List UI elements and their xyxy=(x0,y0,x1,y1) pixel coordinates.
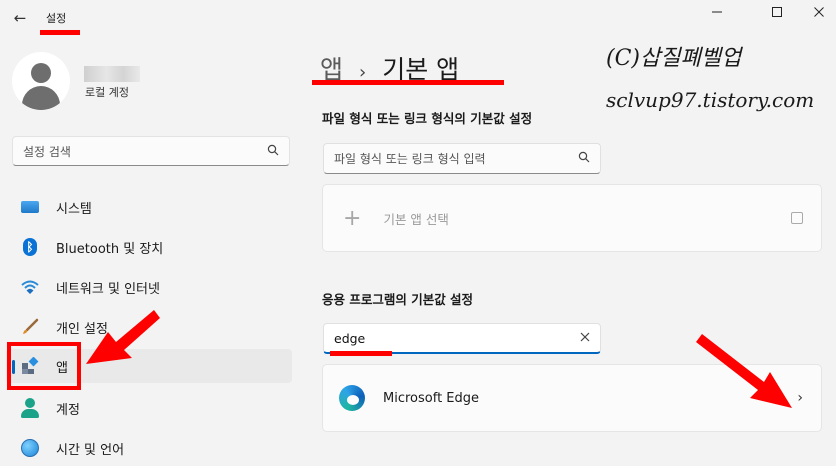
account-type-label: 로컬 계정 xyxy=(85,86,129,99)
section-title-file-type: 파일 형식 또는 링크 형식의 기본값 설정 xyxy=(322,111,533,126)
avatar-head xyxy=(31,63,51,83)
choose-default-app-label: 기본 앱 선택 xyxy=(383,211,449,227)
sidebar-item-network[interactable]: 네트워크 및 인터넷 xyxy=(6,270,292,304)
arrow-left-icon: ← xyxy=(13,9,27,27)
minimize-button[interactable] xyxy=(700,2,734,22)
plus-icon: + xyxy=(343,205,362,231)
sidebar-item-time-language[interactable]: 시간 및 언어 xyxy=(6,431,292,465)
app-search-box[interactable]: edge xyxy=(323,323,601,354)
close-button[interactable] xyxy=(802,2,836,22)
section-title-apps: 응용 프로그램의 기본값 설정 xyxy=(322,292,474,307)
title-highlight-underline xyxy=(40,30,80,35)
file-type-input[interactable]: 파일 형식 또는 링크 형식 입력 xyxy=(334,150,578,167)
window-title: 설정 xyxy=(46,12,67,25)
clear-icon[interactable] xyxy=(580,331,590,345)
app-search-input[interactable]: edge xyxy=(334,331,580,346)
sidebar-item-label: 시간 및 언어 xyxy=(56,442,125,458)
watermark-line-1: (C)삽질폐벨업 xyxy=(606,46,742,71)
sidebar-item-bluetooth[interactable]: ᛒ Bluetooth 및 장치 xyxy=(6,230,292,264)
search-icon xyxy=(267,144,279,159)
external-link-icon xyxy=(791,212,803,224)
avatar-body xyxy=(22,86,60,110)
highlight-box xyxy=(7,342,81,390)
maximize-button[interactable] xyxy=(760,2,794,22)
account-icon xyxy=(20,398,40,418)
choose-default-app-card: + 기본 앱 선택 xyxy=(322,184,822,252)
account-name-blurred xyxy=(84,66,140,82)
avatar[interactable] xyxy=(12,52,70,110)
search-input[interactable]: 설정 검색 xyxy=(23,143,267,160)
sidebar-item-label: 계정 xyxy=(56,402,80,418)
sidebar-item-accounts[interactable]: 계정 xyxy=(6,391,292,425)
sidebar-item-label: 네트워크 및 인터넷 xyxy=(56,281,160,297)
file-type-search-box[interactable]: 파일 형식 또는 링크 형식 입력 xyxy=(323,143,601,174)
system-icon xyxy=(20,197,40,217)
chevron-right-icon: › xyxy=(797,390,803,406)
back-button[interactable]: ← xyxy=(8,6,32,30)
minimize-icon xyxy=(712,11,722,13)
wifi-icon xyxy=(20,277,40,297)
close-icon xyxy=(814,7,824,17)
edge-icon xyxy=(339,385,365,411)
sidebar-item-label: Bluetooth 및 장치 xyxy=(56,241,164,257)
watermark-line-2: sclvup97.tistory.com xyxy=(606,88,815,112)
red-arrow-right-icon xyxy=(696,334,792,408)
bluetooth-icon: ᛒ xyxy=(20,237,40,257)
search-icon xyxy=(578,151,590,166)
settings-search-box[interactable]: 설정 검색 xyxy=(12,136,290,166)
sidebar-item-system[interactable]: 시스템 xyxy=(6,190,292,224)
maximize-icon xyxy=(772,7,782,17)
sidebar-item-label: 시스템 xyxy=(56,201,92,217)
paint-brush-icon xyxy=(20,317,40,337)
search-highlight-underline xyxy=(330,351,392,356)
red-arrow-left-icon xyxy=(86,310,160,364)
globe-clock-icon xyxy=(20,438,40,458)
breadcrumb-highlight-underline xyxy=(312,80,504,85)
